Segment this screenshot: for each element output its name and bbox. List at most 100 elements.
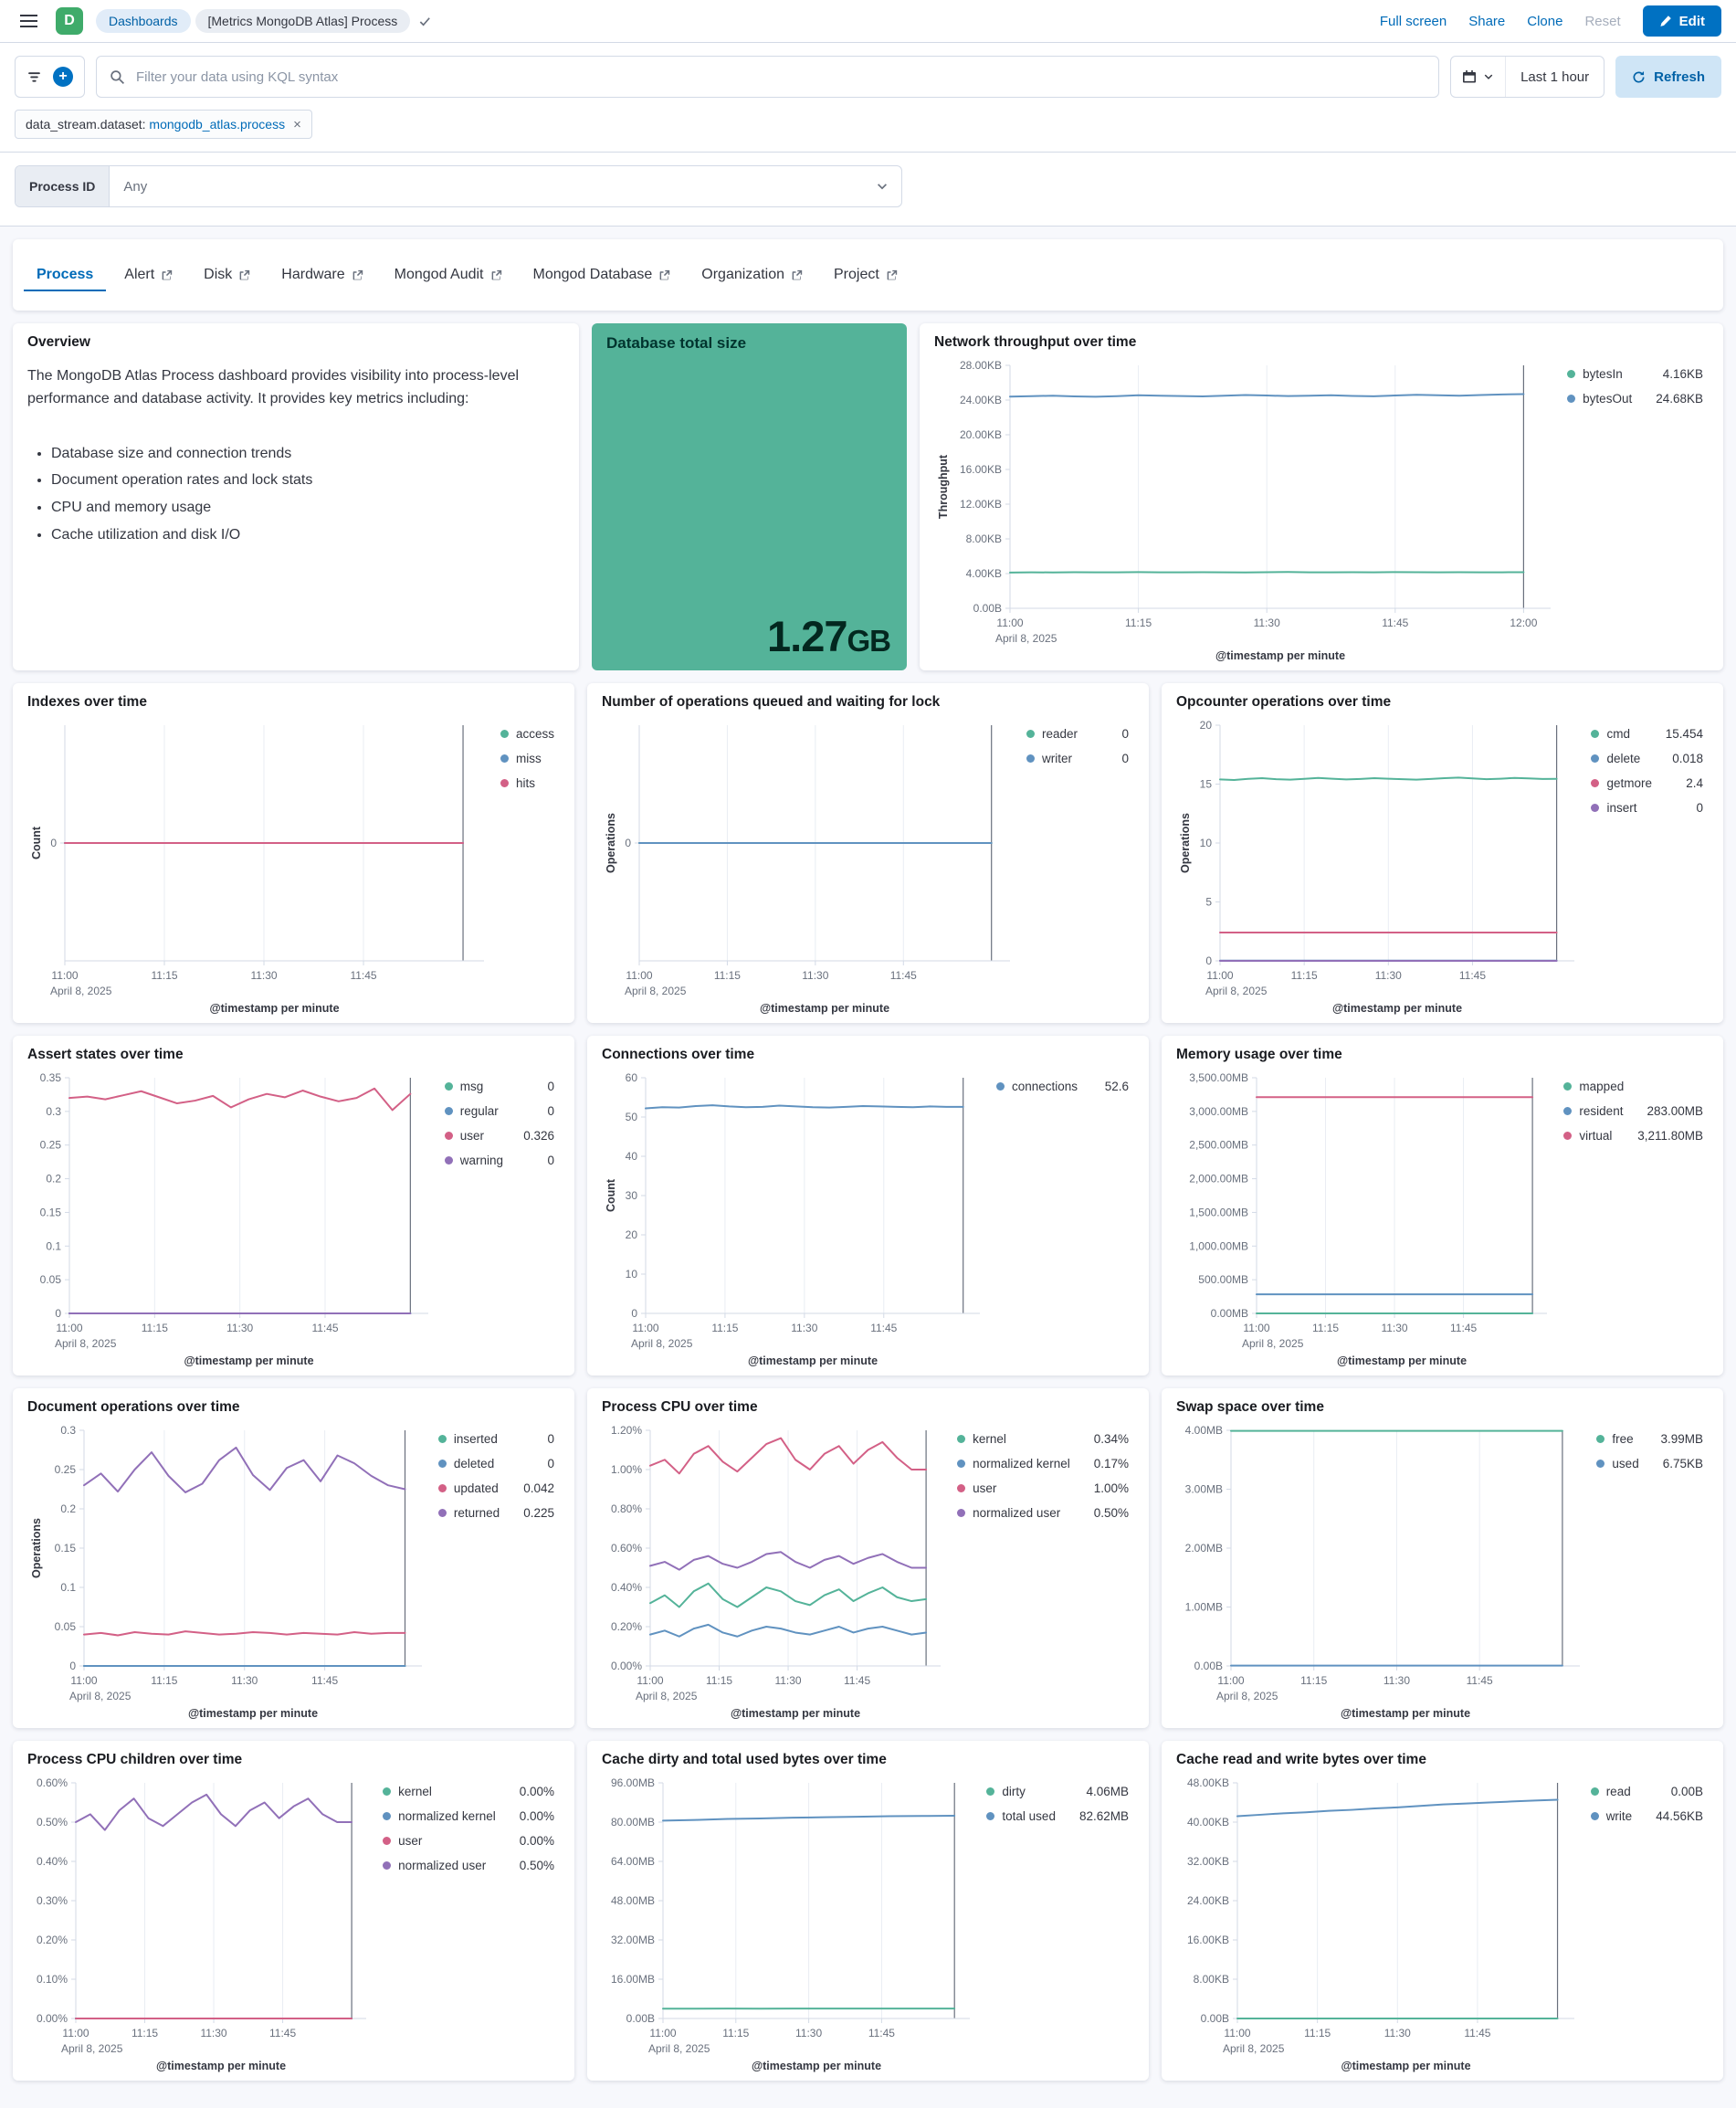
app-header: D Dashboards [Metrics MongoDB Atlas] Pro… xyxy=(0,0,1736,43)
refresh-button[interactable]: Refresh xyxy=(1615,56,1721,98)
legend-item-normalized-user[interactable]: normalized user 0.50% xyxy=(383,1859,554,1872)
tab-organization[interactable]: Organization xyxy=(689,258,815,291)
share-link[interactable]: Share xyxy=(1468,14,1505,29)
series-label: normalized user xyxy=(973,1506,1061,1520)
svg-text:11:30: 11:30 xyxy=(1384,2027,1411,2039)
legend-item-kernel[interactable]: kernel 0.34% xyxy=(957,1432,1129,1446)
legend-item-dirty[interactable]: dirty 4.06MB xyxy=(986,1785,1129,1798)
full-screen-link[interactable]: Full screen xyxy=(1380,14,1447,29)
legend-item-warning[interactable]: warning 0 xyxy=(444,1154,554,1167)
chart-legend: cmd 15.454 delete 0.018 getmore 2.4 insert 0 xyxy=(1582,712,1709,1017)
legend-item-updated[interactable]: updated 0.042 xyxy=(437,1481,554,1495)
legend-item-connections[interactable]: connections 52.6 xyxy=(995,1080,1129,1093)
series-label: bytesIn xyxy=(1583,367,1623,381)
chart-plot-area: 0 10 20 30 40 50 60 11:00 11:15 11:30 11:45 April 8… xyxy=(602,1065,987,1370)
legend-item-reader[interactable]: reader 0 xyxy=(1026,727,1129,741)
series-color-dot xyxy=(1591,730,1600,738)
legend-item-bytesIn[interactable]: bytesIn 4.16KB xyxy=(1567,367,1703,381)
svg-text:0.60%: 0.60% xyxy=(611,1542,642,1555)
legend-item-bytesOut[interactable]: bytesOut 24.68KB xyxy=(1567,392,1703,406)
legend-item-read[interactable]: read 0.00B xyxy=(1590,1785,1703,1798)
legend-item-insert[interactable]: insert 0 xyxy=(1591,801,1703,815)
tab-mongod-database[interactable]: Mongod Database xyxy=(521,258,684,291)
legend-item-normalized-user[interactable]: normalized user 0.50% xyxy=(957,1506,1129,1520)
svg-text:11:00: 11:00 xyxy=(1243,1322,1269,1334)
legend-item-normalized-kernel[interactable]: normalized kernel 0.00% xyxy=(383,1809,554,1823)
legend-item-access[interactable]: access xyxy=(500,727,554,741)
edit-button[interactable]: Edit xyxy=(1642,5,1721,37)
legend-item-total-used[interactable]: total used 82.62MB xyxy=(986,1809,1129,1823)
legend-item-virtual[interactable]: virtual 3,211.80MB xyxy=(1563,1129,1703,1143)
svg-text:0.35: 0.35 xyxy=(40,1071,62,1084)
svg-text:1.00MB: 1.00MB xyxy=(1185,1601,1223,1614)
tab-project[interactable]: Project xyxy=(821,258,910,291)
legend-item-user[interactable]: user 0.326 xyxy=(444,1129,554,1143)
legend-item-write[interactable]: write 44.56KB xyxy=(1590,1809,1703,1823)
refresh-icon xyxy=(1632,70,1646,84)
panel-connections: Connections over time 0 10 20 30 40 50 60 11:00… xyxy=(587,1036,1149,1375)
legend-item-used[interactable]: used 6.75KB xyxy=(1596,1457,1703,1470)
search-icon xyxy=(110,69,125,85)
legend-item-cmd[interactable]: cmd 15.454 xyxy=(1591,727,1703,741)
legend-item-user[interactable]: user 0.00% xyxy=(383,1834,554,1848)
svg-text:0.40%: 0.40% xyxy=(611,1581,642,1594)
panel-database-total-size: Database total size 1.27GB xyxy=(592,323,907,670)
legend-item-msg[interactable]: msg 0 xyxy=(444,1080,554,1093)
svg-text:@timestamp per minute: @timestamp per minute xyxy=(760,1002,889,1015)
series-value: 3,211.80MB xyxy=(1637,1129,1703,1143)
menu-button[interactable] xyxy=(15,13,43,29)
panel-title: Assert states over time xyxy=(27,1047,184,1062)
queued-operations-chart: 0 11:00 11:15 11:30 11:45 April 8, 2025 @times… xyxy=(602,712,1134,1017)
svg-text:16.00KB: 16.00KB xyxy=(1187,1934,1229,1946)
legend-item-regular[interactable]: regular 0 xyxy=(444,1104,554,1118)
legend-item-resident[interactable]: resident 283.00MB xyxy=(1563,1104,1703,1118)
svg-text:April 8, 2025: April 8, 2025 xyxy=(1216,1690,1278,1702)
chart-canvas: 0.00MB 500.00MB 1,000.00MB 1,500.00MB 2,000.… xyxy=(1189,1071,1547,1367)
process-id-control[interactable]: Process ID Any xyxy=(15,165,902,207)
legend-item-normalized-kernel[interactable]: normalized kernel 0.17% xyxy=(957,1457,1129,1470)
tab-process[interactable]: Process xyxy=(24,258,107,291)
svg-text:Count: Count xyxy=(605,1178,617,1212)
overview-text: The MongoDB Atlas Process dashboard prov… xyxy=(27,368,520,406)
legend-item-mapped[interactable]: mapped xyxy=(1563,1080,1703,1093)
filter-pill-dataset[interactable]: data_stream.dataset: mongodb_atlas.proce… xyxy=(15,110,312,139)
legend-item-free[interactable]: free 3.99MB xyxy=(1596,1432,1703,1446)
tab-disk[interactable]: Disk xyxy=(191,258,263,291)
series-label: deleted xyxy=(453,1457,495,1470)
pencil-icon xyxy=(1659,15,1672,27)
breadcrumb-dashboards[interactable]: Dashboards xyxy=(96,9,191,33)
time-picker[interactable]: Last 1 hour xyxy=(1450,56,1605,98)
legend-item-inserted[interactable]: inserted 0 xyxy=(437,1432,554,1446)
check-icon[interactable] xyxy=(418,15,432,28)
space-avatar[interactable]: D xyxy=(56,7,83,35)
series-value: 4.16KB xyxy=(1662,367,1703,381)
add-filter-button[interactable]: + xyxy=(53,67,73,87)
legend-item-delete[interactable]: delete 0.018 xyxy=(1591,752,1703,765)
legend-item-hits[interactable]: hits xyxy=(500,776,554,790)
filter-icon[interactable] xyxy=(26,69,42,85)
metric-value: 1.27GB xyxy=(767,611,891,661)
series-color-dot xyxy=(437,1484,447,1492)
panel-swap-space: Swap space over time 0.00B 1.00MB 2.00MB 3.… xyxy=(1162,1388,1723,1728)
legend-item-writer[interactable]: writer 0 xyxy=(1026,752,1129,765)
clone-link[interactable]: Clone xyxy=(1527,14,1562,29)
series-color-dot xyxy=(1596,1435,1605,1443)
legend-item-returned[interactable]: returned 0.225 xyxy=(437,1506,554,1520)
time-range-label[interactable]: Last 1 hour xyxy=(1506,69,1604,85)
tab-alert[interactable]: Alert xyxy=(111,258,185,291)
tab-hardware[interactable]: Hardware xyxy=(268,258,375,291)
chart-plot-area: 0 5 10 15 20 11:00 11:15 11:30 11:45 April 8, 202… xyxy=(1176,712,1582,1017)
metric-title: Database total size xyxy=(606,334,747,352)
kql-search-input[interactable] xyxy=(134,68,1426,86)
svg-text:11:15: 11:15 xyxy=(711,1322,738,1334)
legend-item-kernel[interactable]: kernel 0.00% xyxy=(383,1785,554,1798)
legend-item-miss[interactable]: miss xyxy=(500,752,554,765)
process-id-value[interactable]: Any xyxy=(110,166,863,206)
chart-canvas: 0.00% 0.20% 0.40% 0.60% 0.80% 1.00% 1.20% 11:00… xyxy=(611,1424,941,1720)
legend-item-user[interactable]: user 1.00% xyxy=(957,1481,1129,1495)
tab-mongod-audit[interactable]: Mongod Audit xyxy=(382,258,515,291)
legend-item-deleted[interactable]: deleted 0 xyxy=(437,1457,554,1470)
remove-filter-icon[interactable]: × xyxy=(293,118,301,132)
chart-legend: dirty 4.06MB total used 82.62MB xyxy=(977,1770,1134,2075)
legend-item-getmore[interactable]: getmore 2.4 xyxy=(1591,776,1703,790)
